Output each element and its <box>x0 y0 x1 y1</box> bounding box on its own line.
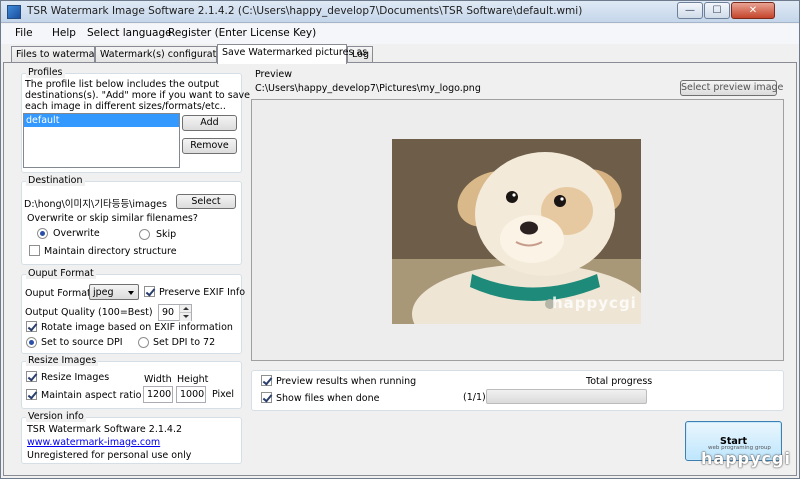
tab-save-watermarked[interactable]: Save Watermarked pictures as <box>217 44 367 64</box>
menu-help[interactable]: Help <box>52 27 76 39</box>
preview-legend: Preview <box>255 69 292 80</box>
preview-results-checkbox[interactable] <box>261 375 272 386</box>
profile-list-item[interactable]: default <box>24 114 179 127</box>
dpi-72-label: Set DPI to 72 <box>153 337 216 348</box>
website-link[interactable]: www.watermark-image.com <box>27 437 160 448</box>
resize-group: Resize Images <box>21 355 242 409</box>
rotate-exif-label: Rotate image based on EXIF information <box>41 322 233 333</box>
resize-legend: Resize Images <box>26 355 99 366</box>
output-quality-label: Output Quality (100=Best) <box>25 307 153 318</box>
width-input[interactable]: 1200 <box>143 386 173 403</box>
title-bar: TSR Watermark Image Software 2.1.4.2 (C:… <box>1 1 799 23</box>
menu-file[interactable]: File <box>15 27 33 39</box>
overwrite-question: Overwrite or skip similar filenames? <box>27 213 198 224</box>
output-format-value: jpeg <box>93 287 114 298</box>
total-progress-bar <box>486 389 647 404</box>
output-format-legend: Ouput Format <box>26 268 96 279</box>
close-button[interactable]: ✕ <box>731 2 775 19</box>
total-progress-label: Total progress <box>586 376 653 387</box>
menu-register[interactable]: Register (Enter License Key) <box>168 27 316 39</box>
overwrite-label: Overwrite <box>53 228 100 239</box>
select-preview-image-button[interactable]: Select preview image <box>680 80 783 96</box>
maximize-button[interactable]: ☐ <box>704 2 730 19</box>
maintain-aspect-checkbox[interactable] <box>26 389 37 400</box>
source-dpi-label: Set to source DPI <box>41 337 123 348</box>
version-legend: Version info <box>26 411 86 422</box>
chevron-down-icon <box>128 291 134 295</box>
height-input[interactable]: 1000 <box>176 386 206 403</box>
minimize-button[interactable]: — <box>677 2 703 19</box>
add-profile-button[interactable]: Add <box>182 115 237 131</box>
width-label: Width <box>144 374 172 385</box>
preserve-exif-label: Preserve EXIF Info <box>159 287 246 298</box>
version-name: TSR Watermark Software 2.1.4.2 <box>27 424 183 435</box>
preserve-exif-checkbox[interactable] <box>144 286 155 297</box>
window-title: TSR Watermark Image Software 2.1.4.2 (C:… <box>27 5 583 17</box>
height-label: Height <box>177 374 209 385</box>
output-format-select[interactable]: jpeg <box>89 284 139 300</box>
menu-select-language[interactable]: Select language <box>87 27 172 39</box>
progress-count: (1/1) <box>463 392 486 403</box>
rotate-exif-checkbox[interactable] <box>26 321 37 332</box>
photo-watermark-text: happycgi <box>552 294 637 312</box>
skip-radio[interactable] <box>139 229 150 240</box>
profiles-listbox[interactable]: default <box>23 113 180 168</box>
resize-images-checkbox[interactable] <box>26 371 37 382</box>
maintain-directory-checkbox[interactable] <box>29 245 40 256</box>
preview-path: C:\Users\happy_develop7\Pictures\my_logo… <box>255 83 481 94</box>
select-destination-button[interactable]: Select <box>176 194 236 209</box>
destination-legend: Destination <box>26 175 85 186</box>
output-quality-stepper[interactable]: 90 <box>158 304 192 321</box>
corner-watermark: happycgi <box>701 449 791 468</box>
remove-profile-button[interactable]: Remove <box>182 138 237 154</box>
preview-results-label: Preview results when running <box>276 376 417 387</box>
profiles-description-line-1: The profile list below includes the outp… <box>25 79 220 90</box>
overwrite-radio[interactable] <box>37 228 48 239</box>
show-files-label: Show files when done <box>276 393 380 404</box>
output-quality-value: 90 <box>162 307 175 318</box>
pixel-unit-label: Pixel <box>212 389 234 400</box>
preview-photo: happycgi <box>392 139 641 324</box>
tab-files-to-watermark[interactable]: Files to watermark <box>11 46 104 63</box>
spin-down-icon[interactable] <box>179 313 191 321</box>
source-dpi-radio[interactable] <box>26 337 37 348</box>
profiles-legend: Profiles <box>26 67 65 78</box>
maintain-directory-label: Maintain directory structure <box>44 246 177 257</box>
menu-bar: File Help Select language Register (Ente… <box>1 24 799 44</box>
app-icon <box>7 5 21 19</box>
maintain-aspect-label: Maintain aspect ratio <box>41 390 142 401</box>
tab-strip: Files to watermark Watermark(s) configur… <box>1 44 799 64</box>
skip-label: Skip <box>156 229 177 240</box>
show-files-checkbox[interactable] <box>261 392 272 403</box>
resize-images-label: Resize Images <box>41 372 110 383</box>
output-format-label: Ouput Format <box>25 288 91 299</box>
dpi-72-radio[interactable] <box>138 337 149 348</box>
app-window: TSR Watermark Image Software 2.1.4.2 (C:… <box>0 0 800 479</box>
destination-path: D:\hong\이미지\기타등등\images <box>24 199 167 210</box>
spin-up-icon[interactable] <box>179 305 191 313</box>
tab-watermark-configuration[interactable]: Watermark(s) configuration <box>95 46 231 63</box>
profiles-description-line-3: each image in different sizes/formats/et… <box>25 101 226 112</box>
license-status: Unregistered for personal use only <box>27 450 192 461</box>
profiles-description-line-2: destinations(s). "Add" more if you want … <box>25 90 250 101</box>
